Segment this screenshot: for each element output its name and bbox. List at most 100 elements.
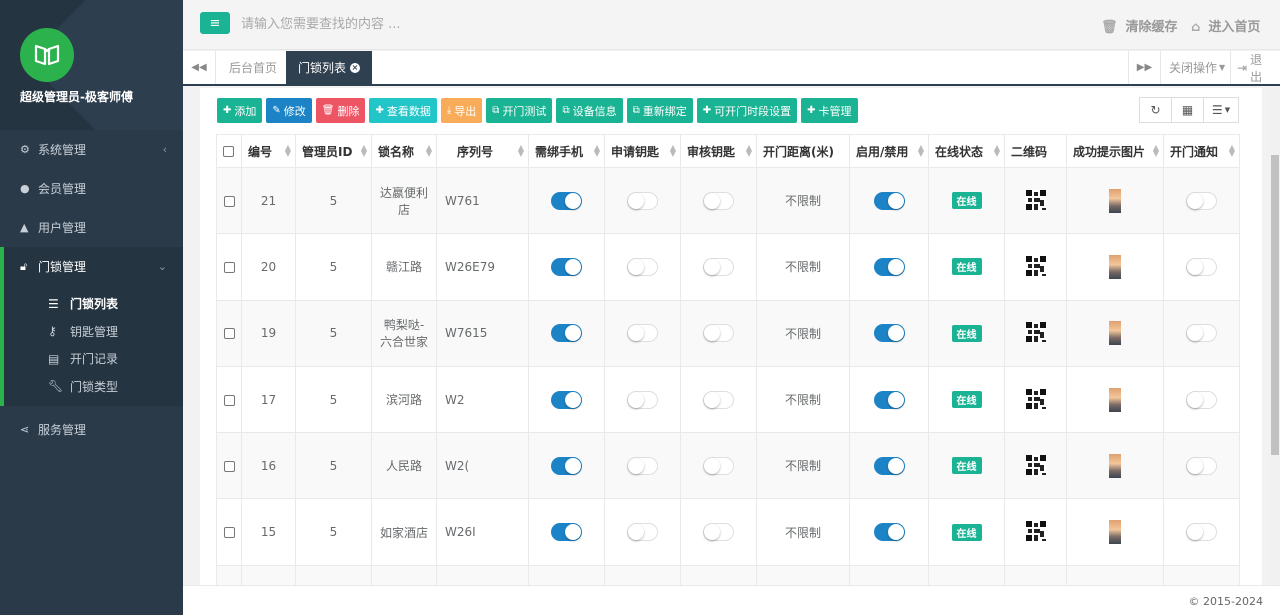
sidebar-subitem-open-records[interactable]: ▤ 开门记录 <box>4 345 183 373</box>
tabs-scroll-right-button[interactable]: ▶▶ <box>1128 51 1161 84</box>
clear-cache-link[interactable]: 🗑︎ 清除缓存 <box>1101 16 1178 35</box>
sidebar-item-system[interactable]: ⚙ 系统管理 ‹ <box>0 130 183 169</box>
close-icon[interactable]: × <box>350 62 361 73</box>
require-phone-toggle[interactable] <box>551 390 582 409</box>
row-checkbox[interactable] <box>223 394 235 406</box>
apply-key-toggle[interactable] <box>627 456 658 475</box>
tab-home[interactable]: 后台首页 <box>217 51 289 84</box>
export-button[interactable]: ⤓ 导出 <box>440 98 483 123</box>
require-phone-toggle[interactable] <box>551 257 582 276</box>
row-checkbox[interactable] <box>223 195 235 207</box>
success-image-thumbnail[interactable] <box>1109 453 1121 478</box>
sidebar-item-members[interactable]: ● 会员管理 <box>0 169 183 208</box>
audit-key-toggle[interactable] <box>703 390 734 409</box>
time-settings-button[interactable]: ✚ 可开门时段设置 <box>696 98 798 123</box>
col-header[interactable]: 编号 ▲ ▼ <box>241 134 296 168</box>
notify-toggle[interactable] <box>1186 523 1217 542</box>
apply-key-toggle[interactable] <box>627 257 658 276</box>
qrcode-icon[interactable] <box>1025 454 1046 477</box>
audit-key-toggle[interactable] <box>703 456 734 475</box>
success-image-thumbnail[interactable] <box>1109 321 1121 346</box>
card-management-button[interactable]: ✚ 卡管理 <box>801 98 858 123</box>
edit-button[interactable]: ✎ 修改 <box>266 98 312 123</box>
col-header[interactable]: 二维码 <box>1004 134 1067 168</box>
audit-key-toggle[interactable] <box>703 523 734 542</box>
view-data-button[interactable]: ✚ 查看数据 <box>369 98 437 123</box>
qrcode-icon[interactable] <box>1025 255 1046 278</box>
enable-toggle[interactable] <box>873 257 905 276</box>
table-row[interactable]: 21 5 达嬴便利店 W761 不限制 在线 <box>216 166 1240 235</box>
success-image-thumbnail[interactable] <box>1109 188 1121 213</box>
table-row[interactable]: 20 5 赣江路 W26E79 不限制 在线 <box>216 233 1240 301</box>
col-header[interactable]: 申请钥匙 ▲ ▼ <box>604 134 681 168</box>
table-row[interactable]: 19 5 鸭梨哒-六合世家 W7615 不限制 在线 <box>216 299 1240 367</box>
success-image-thumbnail[interactable] <box>1109 254 1121 279</box>
col-header[interactable]: 开门距离(米) <box>756 134 850 168</box>
tabs-scroll-left-button[interactable]: ◀◀ <box>183 51 216 84</box>
sidebar-subitem-lock-list[interactable]: ☰ 门锁列表 <box>4 290 183 318</box>
rebind-button[interactable]: ⧉ 重新绑定 <box>626 98 693 123</box>
notify-toggle[interactable] <box>1186 257 1217 276</box>
sidebar-item-locks[interactable]: 🔓︎ 门锁管理 ⌄ <box>0 247 183 286</box>
notify-toggle[interactable] <box>1186 324 1217 343</box>
audit-key-toggle[interactable] <box>703 257 734 276</box>
require-phone-toggle[interactable] <box>551 191 582 210</box>
sidebar-subitem-lock-types[interactable]: 🔧︎ 门锁类型 <box>4 373 183 401</box>
enable-toggle[interactable] <box>873 191 905 210</box>
add-button[interactable]: ✚ 添加 <box>217 98 263 123</box>
sidebar-subitem-keys[interactable]: ⚷ 钥匙管理 <box>4 318 183 346</box>
qrcode-icon[interactable] <box>1025 521 1046 543</box>
table-row[interactable]: 16 5 人民路 W2( 不限制 在线 <box>216 432 1240 500</box>
home-link[interactable]: ⌂ 进入首页 <box>1191 16 1260 35</box>
require-phone-toggle[interactable] <box>551 324 582 343</box>
notify-toggle[interactable] <box>1186 456 1217 475</box>
col-header[interactable]: 开门通知 ▲ ▼ <box>1163 134 1240 168</box>
table-row[interactable]: 17 5 滨河路 W2 不限制 在线 <box>216 365 1240 434</box>
col-header[interactable]: 管理员ID ▲ ▼ <box>295 134 372 168</box>
device-info-button[interactable]: ⧉ 设备信息 <box>556 98 623 123</box>
close-operations-dropdown[interactable]: 关闭操作 ▼ <box>1163 51 1231 84</box>
require-phone-toggle[interactable] <box>551 456 582 475</box>
enable-toggle[interactable] <box>873 324 905 343</box>
notify-toggle[interactable] <box>1186 191 1217 210</box>
col-header[interactable]: 启用/禁用 ▲ ▼ <box>849 134 929 168</box>
table-row[interactable]: 15 5 如家酒店 W26I 不限制 在线 <box>216 498 1240 566</box>
columns-dropdown-button[interactable]: ☰ ▼ <box>1203 97 1239 123</box>
apply-key-toggle[interactable] <box>627 523 658 542</box>
success-image-thumbnail[interactable] <box>1109 520 1121 545</box>
row-checkbox[interactable] <box>223 527 235 539</box>
audit-key-toggle[interactable] <box>703 191 734 210</box>
logout-link[interactable]: ⇥ 退出 <box>1230 51 1280 84</box>
col-header[interactable]: 需绑手机 ▲ ▼ <box>528 134 605 168</box>
audit-key-toggle[interactable] <box>703 324 734 343</box>
row-checkbox[interactable] <box>223 261 235 273</box>
tab-lock-list[interactable]: 门锁列表 × <box>286 51 373 84</box>
enable-toggle[interactable] <box>873 390 905 409</box>
require-phone-toggle[interactable] <box>551 523 582 542</box>
col-header[interactable]: 锁名称 ▲ ▼ <box>371 134 437 168</box>
table-row[interactable] <box>216 564 1240 585</box>
qrcode-icon[interactable] <box>1025 322 1046 344</box>
row-checkbox[interactable] <box>223 460 235 472</box>
qrcode-icon[interactable] <box>1025 189 1046 212</box>
sidebar-item-users[interactable]: ▲ 用户管理 <box>0 208 183 247</box>
refresh-button[interactable]: ↻ <box>1139 97 1172 123</box>
qrcode-icon[interactable] <box>1025 388 1046 411</box>
col-header[interactable]: 序列号 ▲ ▼ <box>436 134 529 168</box>
success-image-thumbnail[interactable] <box>1109 387 1121 412</box>
open-test-button[interactable]: ⧉ 开门测试 <box>486 98 553 123</box>
col-header[interactable]: 成功提示图片 ▲ ▼ <box>1066 134 1164 168</box>
delete-button[interactable]: 🗑︎ 删除 <box>315 98 366 123</box>
col-header[interactable]: 在线状态 ▲ ▼ <box>928 134 1005 168</box>
select-all-checkbox[interactable] <box>223 146 234 157</box>
notify-toggle[interactable] <box>1186 390 1217 409</box>
search-input[interactable] <box>241 12 741 36</box>
scrollbar-thumb[interactable] <box>1271 155 1279 455</box>
enable-toggle[interactable] <box>873 456 905 475</box>
col-header[interactable]: 审核钥匙 ▲ ▼ <box>680 134 757 168</box>
apply-key-toggle[interactable] <box>627 390 658 409</box>
row-checkbox[interactable] <box>223 328 235 340</box>
apply-key-toggle[interactable] <box>627 324 658 343</box>
apply-key-toggle[interactable] <box>627 191 658 210</box>
enable-toggle[interactable] <box>873 523 905 542</box>
